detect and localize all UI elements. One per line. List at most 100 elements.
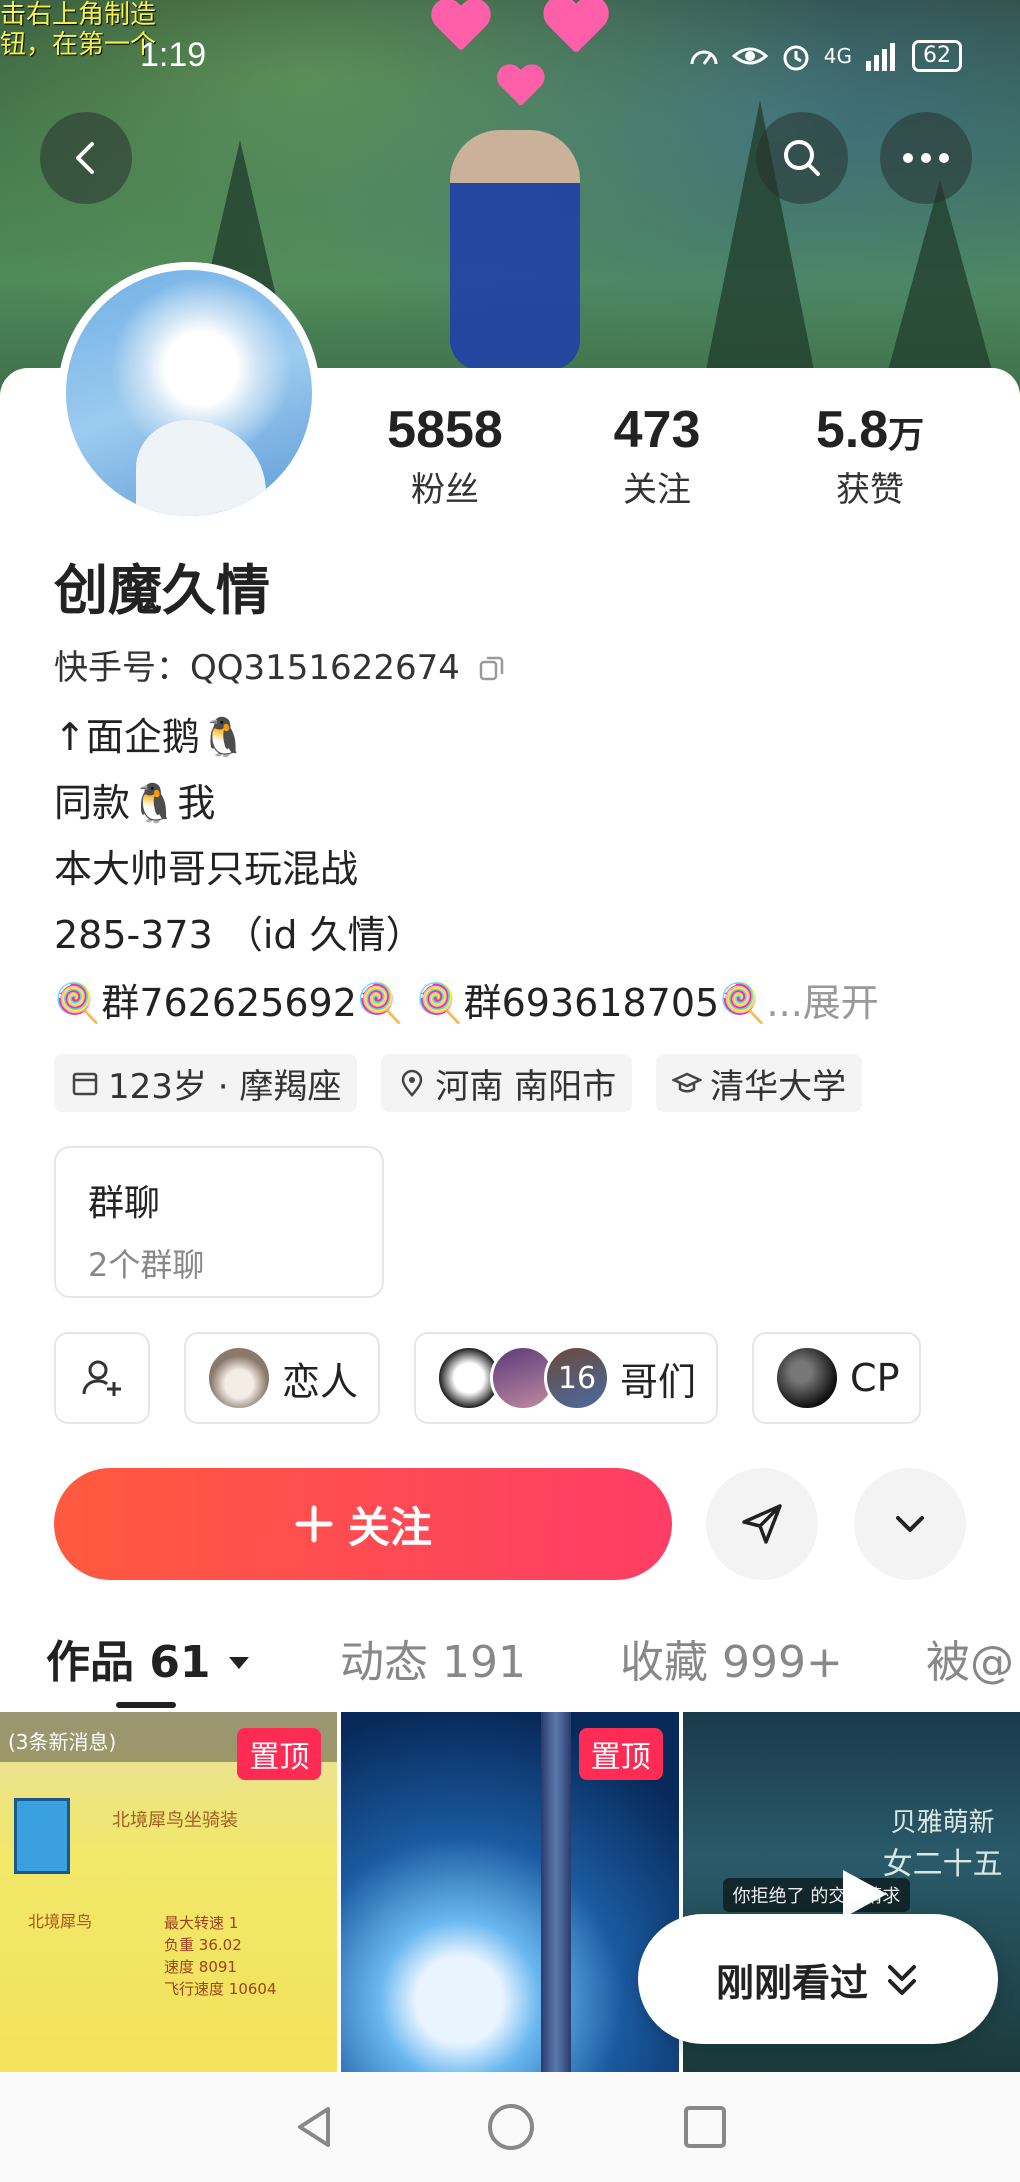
status-bar: 1:19 4G 62 [0,36,1020,86]
stat-fans[interactable]: 5858 粉丝 [345,400,545,511]
tag-location: 河南 南阳市 [381,1054,633,1112]
double-chevron-down-icon [888,1965,916,1995]
work-thumb[interactable]: (3条新消息) 北境犀鸟坐骑装 北境犀鸟 最大转速 1 负重 36.02 速度 … [0,1712,338,2072]
kuaishou-id-label: 快手号： [54,648,190,688]
alarm-icon [783,45,809,71]
status-icons: 4G 62 [688,40,962,72]
thumb-text: 1 [228,1914,239,1932]
bio-line: 同款🐧我 [54,781,216,825]
thumb-text: 最大转速 [164,1914,225,1932]
tag-school: 清华大学 [656,1054,863,1112]
follow-button[interactable]: 关注 [54,1468,672,1580]
thumb-text-block: 贝雅萌新 女二十五 [883,1802,1003,1883]
bio-line: ↑面企鹅🐧 [54,715,248,759]
work-thumb[interactable]: 置顶 [341,1712,679,2072]
stat-likes[interactable]: 5.8万 获赞 [770,400,970,511]
relation-label: 恋人 [282,1359,359,1404]
speed-icon [690,50,718,65]
recently-viewed-button[interactable]: 刚刚看过 [638,1914,998,2044]
thumb-stat-row: 负重 36.02 [164,1934,277,1956]
bio-expand-link[interactable]: ...展开 [767,981,879,1025]
banner-game-character [450,130,580,370]
thumb-text: 速度 [164,1958,195,1976]
profile-tags: 123岁 · 摩羯座 河南 南阳市 清华大学 [54,1054,863,1112]
back-button[interactable] [40,112,132,204]
stat-label: 获赞 [836,470,904,510]
pinned-badge: 置顶 [578,1728,663,1780]
network-type: 4G [823,44,852,68]
relation-buddies[interactable]: 16 哥们 [414,1332,719,1424]
tab-mentioned[interactable]: 被@ [926,1626,1014,1690]
thumb-stat-row: 最大转速 1 [164,1912,277,1934]
search-icon [784,140,820,176]
thumb-text: 飞行速度 [164,1980,225,1998]
caret-down-icon [228,1657,249,1669]
relation-lover[interactable]: 恋人 [184,1332,381,1424]
expand-recommend-button[interactable] [854,1468,966,1580]
pinned-badge: 置顶 [237,1728,322,1780]
tag-text: 河南 南阳市 [435,1066,617,1107]
group-chat-subtitle: 2个群聊 [88,1246,205,1284]
thumb-text: (3条新消息) [8,1730,117,1754]
thumb-text: 负重 [164,1936,195,1954]
nav-back-icon[interactable] [292,2103,340,2151]
follow-label: 关注 [347,1502,432,1552]
thumb-text: 女二十五 [882,1847,1003,1882]
thumb-stat-row: 速度 8091 [164,1956,277,1978]
plus-icon [295,1505,333,1543]
avatar[interactable] [58,262,320,524]
thumb-item-icon [14,1798,70,1874]
stat-following[interactable]: 473 关注 [557,400,757,511]
stat-unit: 万 [888,414,925,455]
nav-home-icon[interactable] [485,2101,537,2153]
location-icon [402,1069,423,1097]
copy-icon[interactable] [477,653,507,683]
relation-avatar [206,1345,272,1411]
relation-count-avatar: 16 [544,1345,611,1411]
relation-avatar-stack: 16 [436,1345,611,1411]
bio-line-last: 🍭群762625692🍭 🍭群693618705🍭...展开 [54,972,879,1027]
tab-moments[interactable]: 动态 191 [340,1626,526,1690]
bio-line: 🍭群762625692🍭 🍭群693618705🍭 [54,981,767,1025]
send-icon [742,1504,782,1544]
status-time: 1:19 [140,36,207,74]
tag-text: 123岁 · 摩羯座 [108,1066,342,1107]
tab-favorites[interactable]: 收藏 999+ [620,1626,843,1690]
content-tabs: 作品 61 动态 191 收藏 999+ 被@ [0,1620,1020,1710]
thumb-text: 36.02 [198,1936,242,1954]
add-friend-button[interactable] [54,1332,150,1424]
search-button[interactable] [756,112,848,204]
group-chat-title: 群聊 [88,1183,161,1224]
thumb-text: 你拒绝了 [732,1886,805,1907]
tab-label: 作品 61 [46,1637,211,1688]
banner-tree [880,180,1000,400]
nav-recents-icon[interactable] [682,2104,728,2150]
tab-works[interactable]: 作品 61 [46,1626,252,1690]
thumb-text: 贝雅萌新 [890,1808,995,1838]
group-chat-card[interactable]: 群聊 2个群聊 [54,1146,384,1298]
thumb-text: 10604 [228,1980,277,1998]
battery-indicator: 62 [912,40,962,72]
bio-line: 285-373 （id 久情） [54,913,424,957]
relation-cp[interactable]: CP [752,1332,922,1424]
graduation-cap-icon [672,1072,703,1093]
profile-name: 创魔久情 [54,559,270,622]
thumb-text: 8091 [198,1958,237,1976]
thumb-tower [541,1712,572,2072]
tag-age: 123岁 · 摩羯座 [54,1054,358,1112]
more-dots-icon [903,153,949,163]
more-button[interactable] [880,112,972,204]
signal-icon [866,43,895,71]
thumb-stat-list: 最大转速 1 负重 36.02 速度 8091 飞行速度 10604 [164,1912,277,2000]
relations-row: 恋人 16 哥们 CP [54,1332,922,1424]
bio-line: 本大帅哥只玩混战 [54,847,359,891]
relation-avatar [774,1345,841,1411]
eye-icon [731,47,768,65]
stat-label: 粉丝 [411,470,479,510]
message-button[interactable] [706,1468,818,1580]
add-user-icon [82,1360,121,1396]
chevron-down-icon [896,1516,924,1532]
kuaishou-id-value: QQ3151622674 [190,648,460,688]
relation-count: 16 [557,1360,597,1396]
kuaishou-id[interactable]: 快手号：QQ3151622674 [54,640,507,689]
